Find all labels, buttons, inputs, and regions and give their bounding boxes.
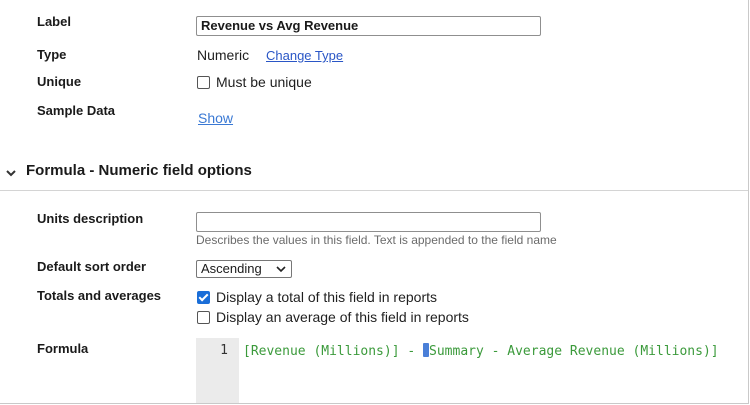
line-number-gutter: 1 [196, 338, 239, 403]
must-be-unique-label: Must be unique [216, 74, 312, 90]
line-number: 1 [220, 343, 228, 358]
formula-code-line[interactable]: [Revenue (Millions)] - Summary - Average… [243, 343, 719, 359]
chevron-down-icon [276, 266, 286, 273]
display-total-checkbox[interactable] [197, 290, 210, 304]
sort-order-selected: Ascending [201, 261, 262, 276]
default-sort-order-label: Default sort order [37, 259, 147, 274]
sample-data-field-label: Sample Data [37, 103, 116, 118]
unique-field-label: Unique [37, 74, 82, 89]
must-be-unique-checkbox[interactable] [197, 75, 210, 89]
display-average-label: Display an average of this field in repo… [216, 309, 469, 325]
label-input[interactable]: Revenue vs Avg Revenue [196, 16, 541, 36]
display-total-row[interactable]: Display a total of this field in reports [197, 289, 437, 305]
type-value: Numeric [197, 47, 250, 63]
units-description-label: Units description [37, 211, 144, 226]
unique-checkbox-row[interactable]: Must be unique [197, 74, 312, 90]
display-average-checkbox[interactable] [197, 310, 210, 324]
totals-and-averages-label: Totals and averages [37, 288, 162, 303]
chevron-down-icon[interactable] [5, 167, 17, 179]
show-sample-data-link[interactable]: Show [198, 110, 233, 126]
formula-editor[interactable]: 1 [Revenue (Millions)] - Summary - Avera… [196, 338, 746, 403]
change-type-link[interactable]: Change Type [266, 48, 343, 63]
display-total-label: Display a total of this field in reports [216, 289, 437, 305]
section-title: Formula - Numeric field options [26, 162, 252, 179]
units-description-input[interactable] [196, 212, 541, 232]
formula-label: Formula [37, 341, 89, 356]
sort-order-select[interactable]: Ascending [196, 260, 292, 278]
type-field-label: Type [37, 47, 67, 62]
formula-code-end: Summary - Average Revenue (Millions)] [429, 344, 719, 359]
formula-section-header[interactable]: Formula - Numeric field options [0, 160, 748, 191]
formula-code-start: [Revenue (Millions)] - [243, 344, 424, 359]
display-average-row[interactable]: Display an average of this field in repo… [197, 309, 469, 325]
units-description-hint: Describes the values in this field. Text… [196, 233, 557, 247]
label-field-label: Label [37, 14, 71, 29]
